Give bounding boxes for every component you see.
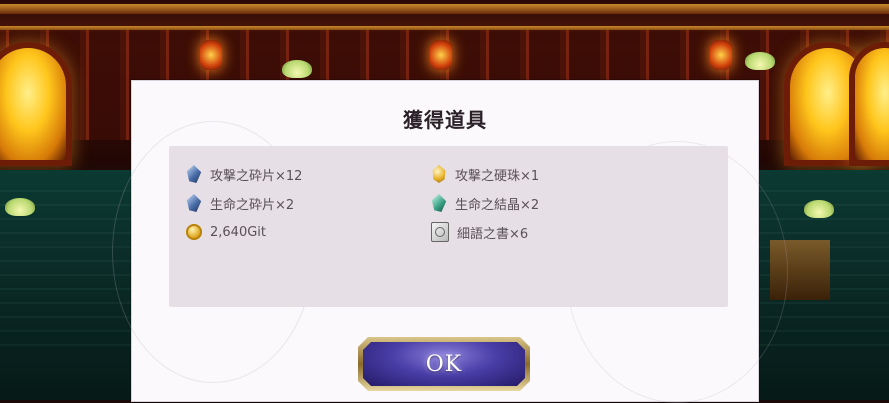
lotus-flower [282, 60, 312, 78]
ok-button-label: OK [425, 351, 463, 377]
reward-item-label: 攻撃之硬珠×1 [455, 168, 540, 184]
lotus-flower [5, 198, 35, 216]
reward-item: 生命之砕片×2 [186, 192, 294, 214]
lantern [710, 40, 732, 70]
reward-item: 2,640Git [186, 221, 266, 243]
teal-crystal-icon [431, 194, 447, 212]
lotus-flower [804, 200, 834, 218]
book-icon [431, 222, 449, 242]
ok-button-face: OK [363, 342, 525, 386]
ceiling-beam [0, 4, 889, 14]
lotus-flower [745, 52, 775, 70]
glowing-arch [0, 48, 66, 160]
reward-item: 生命之結晶×2 [431, 192, 539, 214]
reward-item: 攻撃之砕片×12 [186, 163, 302, 185]
dialog-title: 獲得道具 [403, 108, 487, 132]
reward-item-label: 2,640Git [210, 224, 266, 240]
glowing-arch [855, 48, 889, 160]
reward-item: 細語之書×6 [431, 221, 528, 243]
gold-orb-icon [432, 165, 446, 183]
reward-dialog: 獲得道具 攻撃之砕片×12 攻撃之硬珠×1 生命之砕片×2 生命之結晶×2 2,… [112, 80, 788, 403]
reward-items-panel: 攻撃之砕片×12 攻撃之硬珠×1 生命之砕片×2 生命之結晶×2 2,640Gi… [169, 146, 728, 307]
ok-button[interactable]: OK [358, 337, 530, 391]
reward-item-label: 細語之書×6 [457, 226, 529, 242]
lantern [200, 40, 222, 70]
reward-item: 攻撃之硬珠×1 [431, 163, 539, 185]
lantern [430, 40, 452, 70]
reward-item-label: 生命之砕片×2 [210, 197, 295, 213]
reward-item-label: 生命之結晶×2 [455, 197, 540, 213]
reward-item-label: 攻撃之砕片×12 [210, 168, 303, 184]
gold-coin-icon [186, 224, 202, 240]
blue-gem-shard-icon [186, 194, 202, 212]
blue-gem-shard-icon [186, 165, 202, 183]
